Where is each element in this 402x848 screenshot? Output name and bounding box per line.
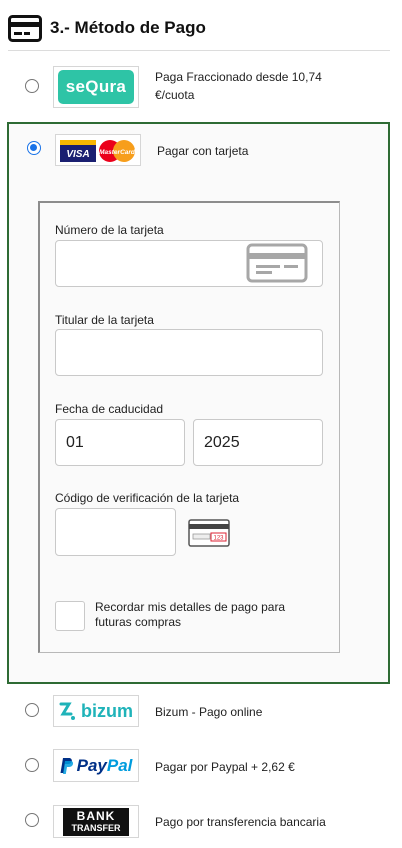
remember-checkbox[interactable] bbox=[55, 601, 85, 631]
expiry-year-select[interactable]: 2025 bbox=[193, 419, 323, 466]
expiry-month-select[interactable]: 01 bbox=[55, 419, 185, 466]
header-divider bbox=[8, 50, 390, 51]
svg-text:123: 123 bbox=[213, 536, 224, 542]
bank-logo-line1: BANK bbox=[76, 808, 116, 823]
cvv-input[interactable] bbox=[55, 508, 176, 556]
svg-text:MasterCard: MasterCard bbox=[99, 149, 136, 156]
paypal-logo: Pay Pal bbox=[53, 749, 139, 782]
paypal-icon bbox=[60, 757, 73, 774]
paypal-radio[interactable] bbox=[25, 758, 39, 772]
card-radio[interactable] bbox=[27, 141, 41, 155]
sequra-logo-badge: seQura bbox=[58, 70, 134, 104]
expiry-label: Fecha de caducidad bbox=[55, 402, 164, 416]
visa-mastercard-logo: VISA MasterCard bbox=[55, 134, 141, 166]
card-number-card-icon bbox=[246, 243, 308, 283]
card-label: Pagar con tarjeta bbox=[157, 144, 249, 158]
credit-card-icon bbox=[8, 15, 42, 42]
payment-method-header: 3.- Método de Pago bbox=[0, 0, 402, 52]
svg-text:VISA: VISA bbox=[66, 149, 89, 160]
card-brands-icon: VISA MasterCard bbox=[60, 140, 136, 162]
bizum-icon bbox=[59, 702, 75, 720]
sequra-logo: seQura bbox=[53, 66, 139, 108]
bank-transfer-radio[interactable] bbox=[25, 813, 39, 827]
bizum-radio[interactable] bbox=[25, 703, 39, 717]
bizum-logo-text: bizum bbox=[81, 700, 133, 721]
card-number-label: Número de la tarjeta bbox=[55, 223, 164, 237]
remember-label: Recordar mis detalles de pago para futur… bbox=[95, 600, 286, 629]
cvv-label: Código de verificación de la tarjeta bbox=[55, 491, 240, 505]
paypal-logo-text-pay: Pay bbox=[76, 755, 107, 775]
section-title: 3.- Método de Pago bbox=[50, 18, 206, 37]
paypal-logo-text-pal: Pal bbox=[106, 755, 133, 775]
bizum-label: Bizum - Pago online bbox=[155, 705, 263, 719]
sequra-radio[interactable] bbox=[25, 79, 39, 93]
holder-input[interactable] bbox=[55, 329, 323, 376]
sequra-label: Paga Fraccionado desde 10,74 €/cuota bbox=[155, 70, 322, 102]
holder-label: Titular de la tarjeta bbox=[55, 313, 154, 327]
bank-transfer-label: Pago por transferencia bancaria bbox=[155, 815, 326, 829]
bank-transfer-logo: BANK TRANSFER bbox=[53, 805, 139, 838]
bizum-logo: bizum bbox=[53, 695, 139, 727]
bank-logo-line2: TRANSFER bbox=[71, 822, 121, 833]
cvv-hint-icon: 123 bbox=[188, 519, 230, 547]
paypal-label: Pagar por Paypal + 2,62 € bbox=[155, 760, 295, 774]
